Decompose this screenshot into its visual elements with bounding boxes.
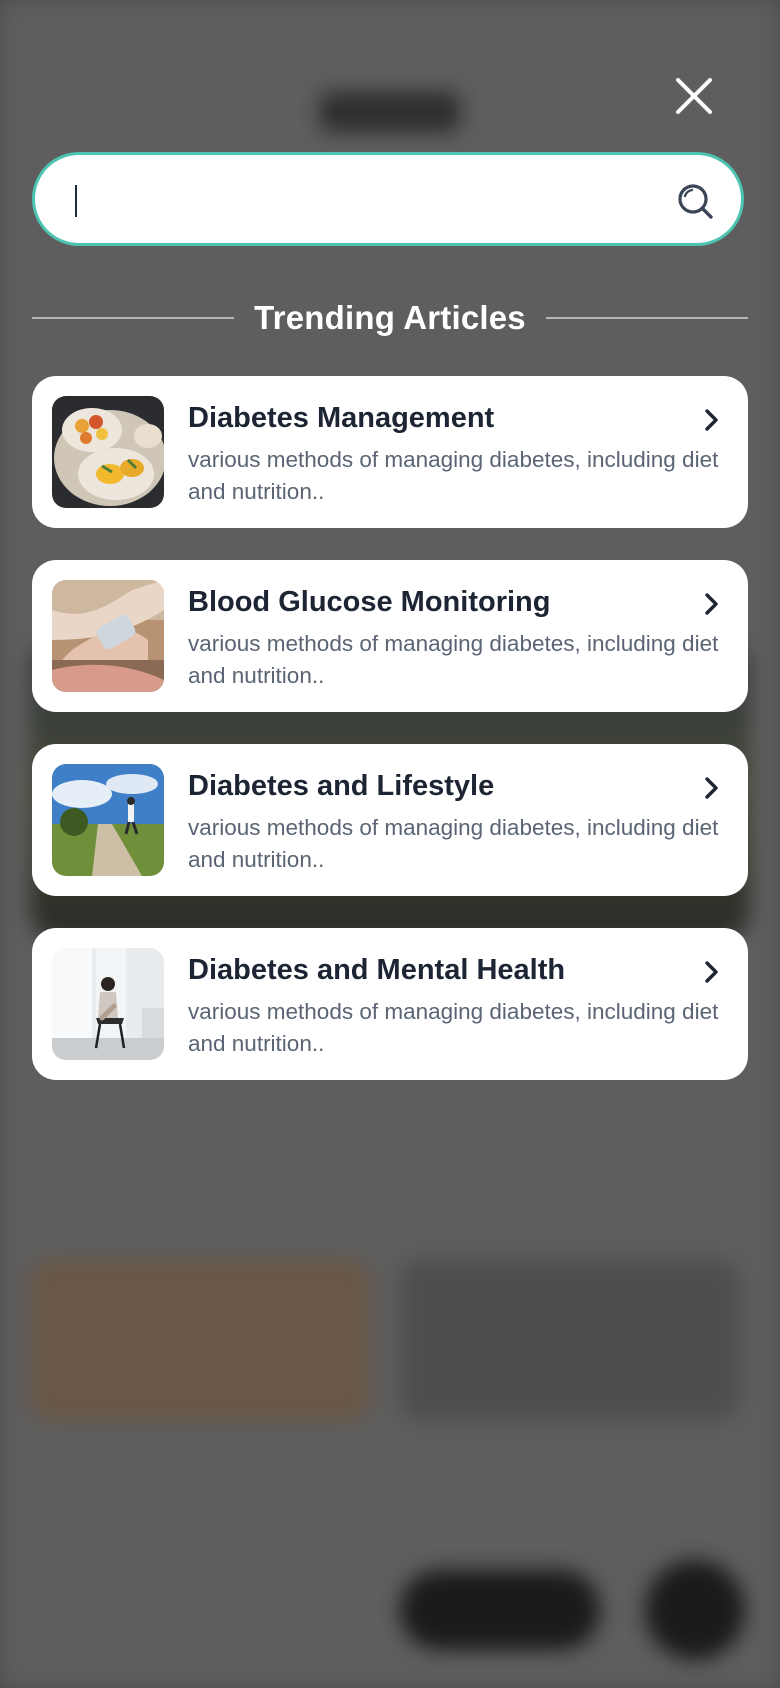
search-input[interactable] (71, 177, 655, 223)
close-button[interactable] (672, 74, 716, 118)
chevron-right-icon (705, 593, 718, 615)
article-description: various methods of managing diabetes, in… (188, 447, 719, 504)
article-title: Diabetes Management (188, 402, 495, 434)
person-window-photo (52, 948, 164, 1060)
article-title: Diabetes and Lifestyle (188, 770, 495, 802)
article-description: various methods of managing diabetes, in… (188, 815, 719, 872)
text-caret (75, 185, 77, 217)
article-card-diabetes-and-lifestyle[interactable]: Diabetes and Lifestyle various methods o… (32, 744, 748, 896)
chevron-right-icon (705, 777, 718, 799)
fruit-plate-photo (52, 396, 164, 508)
article-description: various methods of managing diabetes, in… (188, 999, 719, 1056)
article-card-diabetes-management[interactable]: Diabetes Management various methods of m… (32, 376, 748, 528)
article-title: Diabetes and Mental Health (188, 954, 566, 986)
runner-path-photo (52, 764, 164, 876)
article-card-diabetes-and-mental-health[interactable]: Diabetes and Mental Health various metho… (32, 928, 748, 1080)
divider-right (545, 317, 748, 319)
search-icon[interactable] (673, 179, 717, 223)
article-description: various methods of managing diabetes, in… (188, 631, 719, 688)
glucose-meter-photo (52, 580, 164, 692)
close-icon (676, 78, 712, 114)
chevron-right-icon (705, 409, 718, 431)
trending-heading: Trending Articles (254, 299, 526, 336)
chevron-right-icon (705, 961, 718, 983)
divider-left (32, 317, 235, 319)
search-bar[interactable] (32, 152, 744, 246)
trending-heading-row: Trending Articles (32, 296, 748, 340)
article-title: Blood Glucose Monitoring (188, 586, 551, 618)
article-card-blood-glucose-monitoring[interactable]: Blood Glucose Monitoring various methods… (32, 560, 748, 712)
